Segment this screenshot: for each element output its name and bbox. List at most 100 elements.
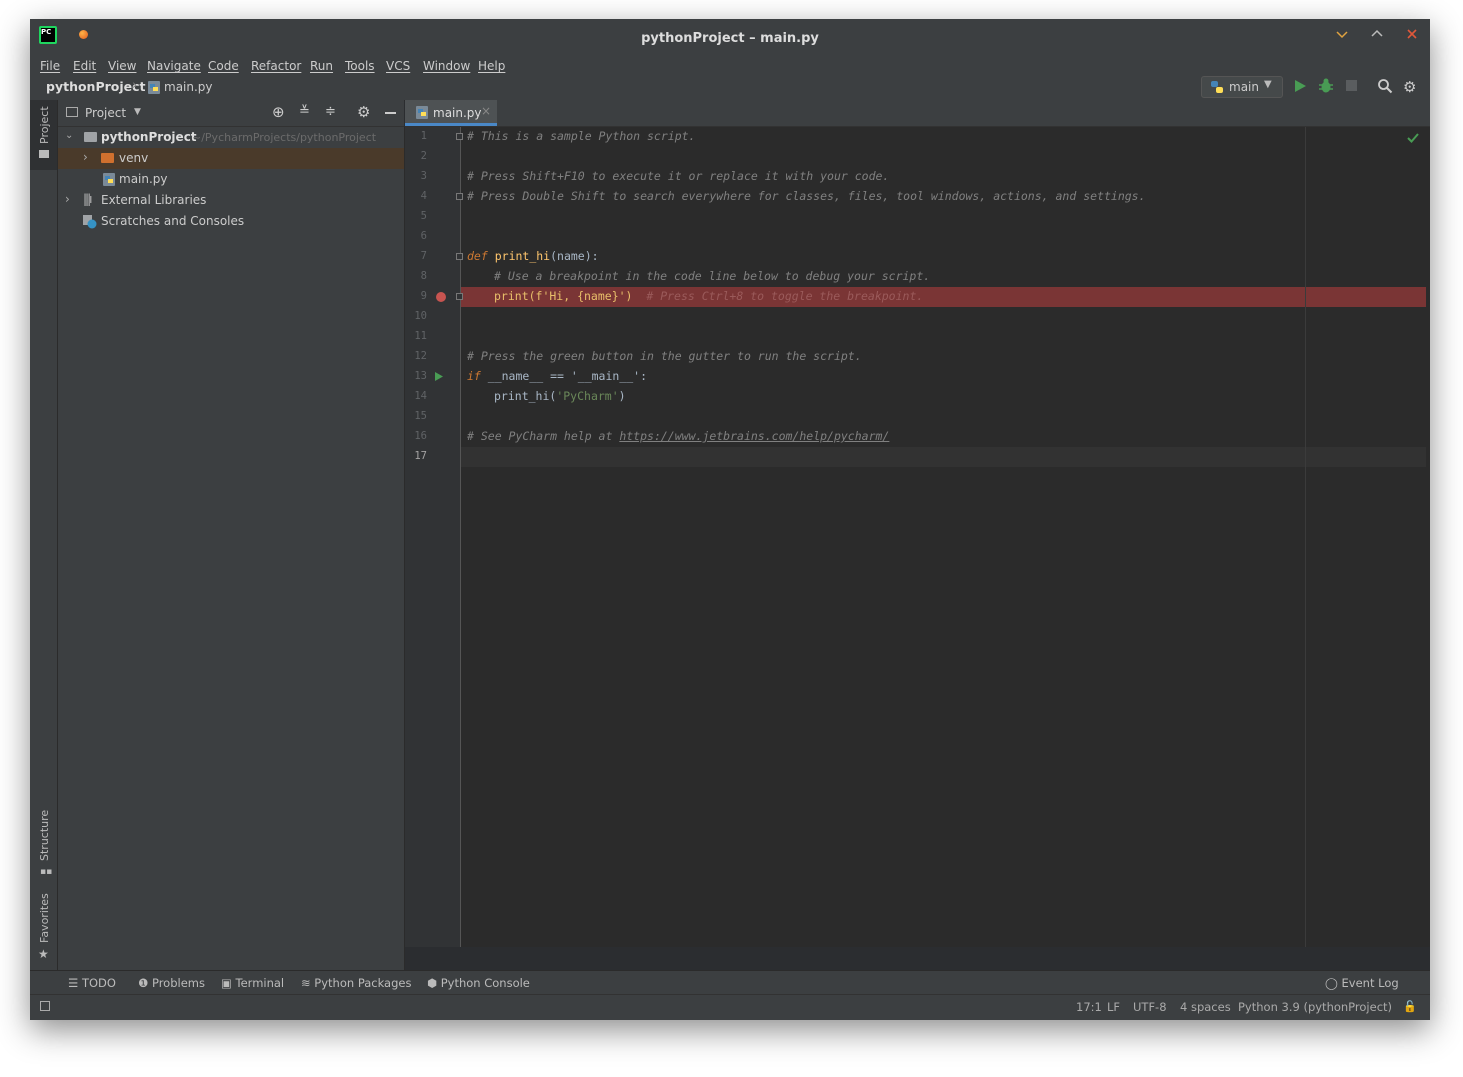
close-icon[interactable] [1402,27,1422,47]
menu-view[interactable]: View [108,59,136,73]
line-number: 15 [414,410,427,422]
collapse-all-icon[interactable]: ≑ [325,104,336,119]
line-number: 10 [414,310,427,322]
menu-navigate[interactable]: Navigate [147,59,201,73]
run-gutter-icon[interactable] [434,371,444,385]
breakpoint-icon[interactable] [436,292,446,302]
line-number: 3 [420,170,427,182]
keyword: def [467,249,488,263]
menu-help[interactable]: Help [478,59,505,73]
code-line: print_hi('PyCharm') [494,389,626,403]
editor-tab-label: main.py [433,106,482,120]
info-icon: ❶ [138,976,152,990]
code-line: # Press Shift+F10 to execute it or repla… [467,169,890,183]
fold-marker-icon[interactable] [456,253,463,260]
problems-tool-button[interactable]: ❶ Problems [138,976,205,990]
breadcrumb-project[interactable]: pythonProject [46,79,146,94]
editor-tab-main-py[interactable]: main.py × [405,100,497,126]
todo-tool-button[interactable]: ☰ TODO [68,976,116,990]
python-file-icon [148,81,160,97]
fold-marker-icon[interactable] [456,193,463,200]
chevron-right-icon[interactable]: › [83,150,88,164]
menu-bar: File Edit View Navigate Code Refactor Ru… [30,57,1430,77]
minimize-icon[interactable] [1332,27,1352,47]
tree-root-pythonproject[interactable]: ⌄ pythonProject ~/PycharmProjects/python… [58,127,404,148]
current-line-highlight [460,447,1426,467]
run-button-icon[interactable] [1293,79,1307,96]
event-log-tool-button[interactable]: ◯ Event Log [1325,976,1399,990]
debug-button-icon[interactable] [1318,78,1334,97]
menu-file[interactable]: File [40,59,60,73]
fold-marker-icon[interactable] [456,293,463,300]
terminal-tool-button[interactable]: ▣ Terminal [221,976,284,990]
tree-item-scratches[interactable]: Scratches and Consoles [58,211,404,232]
indent-setting[interactable]: 4 spaces [1180,1000,1231,1014]
project-tool-tab[interactable]: Project [30,100,57,170]
menu-edit[interactable]: Edit [73,59,96,73]
menu-run[interactable]: Run [310,59,333,73]
code-editor[interactable]: 1 2 3 4 5 6 7 8 9 10 11 12 13 14 15 16 1… [405,127,1430,947]
stop-button-icon[interactable] [1346,80,1357,91]
breadcrumb-separator-icon: › [132,78,138,93]
expand-all-icon[interactable]: ≚ [299,104,310,119]
line-number: 1 [420,130,427,142]
line-number: 6 [420,230,427,242]
menu-window[interactable]: Window [423,59,470,73]
no-problems-check-icon[interactable] [1407,132,1419,147]
menu-tools[interactable]: Tools [345,59,375,73]
search-icon[interactable] [1377,78,1393,97]
tree-item-external-libraries[interactable]: › |||ı External Libraries [58,190,404,211]
tree-item-venv[interactable]: › venv [58,148,404,169]
tree-item-label: main.py [119,172,168,186]
line-separator[interactable]: LF [1107,1000,1120,1014]
chevron-right-icon[interactable]: › [65,192,70,206]
code-line: # This is a sample Python script. [467,129,696,143]
line-number: 7 [420,250,427,262]
panel-settings-gear-icon[interactable]: ⚙ [357,103,370,121]
menu-vcs[interactable]: VCS [386,59,410,73]
breadcrumb-file[interactable]: main.py [164,80,213,94]
tool-label: Terminal [235,976,285,990]
code-text: (name): [550,249,599,263]
menu-refactor[interactable]: Refactor [251,59,301,73]
python-file-icon [103,173,115,189]
file-encoding[interactable]: UTF-8 [1133,1000,1167,1014]
maximize-icon[interactable] [1367,27,1387,47]
favorites-tool-tab[interactable]: Favorites ★ [30,893,57,975]
chevron-down-icon[interactable]: ▼ [134,107,141,117]
menu-code[interactable]: Code [208,59,239,73]
tree-root-path: ~/PycharmProjects/pythonProject [192,131,377,144]
code-line: # See PyCharm help at https://www.jetbra… [467,429,889,443]
settings-gear-icon[interactable]: ⚙ [1403,78,1416,96]
tree-root-label: pythonProject [101,130,197,144]
toggle-tool-windows-icon[interactable] [40,1001,50,1011]
function-call: print_hi [494,389,550,403]
help-link[interactable]: https://www.jetbrains.com/help/pycharm/ [619,429,889,443]
tree-item-main-py[interactable]: main.py [58,169,404,190]
terminal-icon: ▣ [221,976,236,990]
python-packages-tool-button[interactable]: ≋ Python Packages [301,976,411,990]
lock-icon[interactable]: 🔓 [1403,1000,1417,1013]
close-tab-icon[interactable]: × [481,104,491,118]
caret-position[interactable]: 17:1 [1076,1000,1102,1014]
run-configuration-dropdown[interactable]: main ▼ [1201,76,1283,98]
line-number: 12 [414,350,427,362]
hide-panel-icon[interactable] [385,112,396,114]
project-view-selector[interactable]: Project [85,106,126,120]
tree-item-label: Scratches and Consoles [101,214,245,228]
tool-label: TODO [81,976,116,990]
python-interpreter[interactable]: Python 3.9 (pythonProject) [1238,1000,1392,1014]
right-margin-guide [1305,127,1306,947]
tree-item-label: External Libraries [101,193,207,207]
layers-icon: ≋ [301,976,315,990]
function-name: print_hi [494,249,551,263]
title-bar: PC pythonProject – main.py [30,19,1430,57]
star-icon: ★ [38,947,49,961]
structure-tool-tab[interactable]: Structure ▪▪ [30,805,57,885]
python-console-tool-button[interactable]: ⬢ Python Console [427,976,530,990]
fold-marker-icon[interactable] [456,133,463,140]
project-view-icon [66,107,78,117]
code-line: print(f'Hi, {name}') # Press Ctrl+8 to t… [494,289,923,303]
chevron-down-icon[interactable]: ⌄ [65,130,73,141]
locate-file-icon[interactable]: ⊕ [272,103,285,121]
